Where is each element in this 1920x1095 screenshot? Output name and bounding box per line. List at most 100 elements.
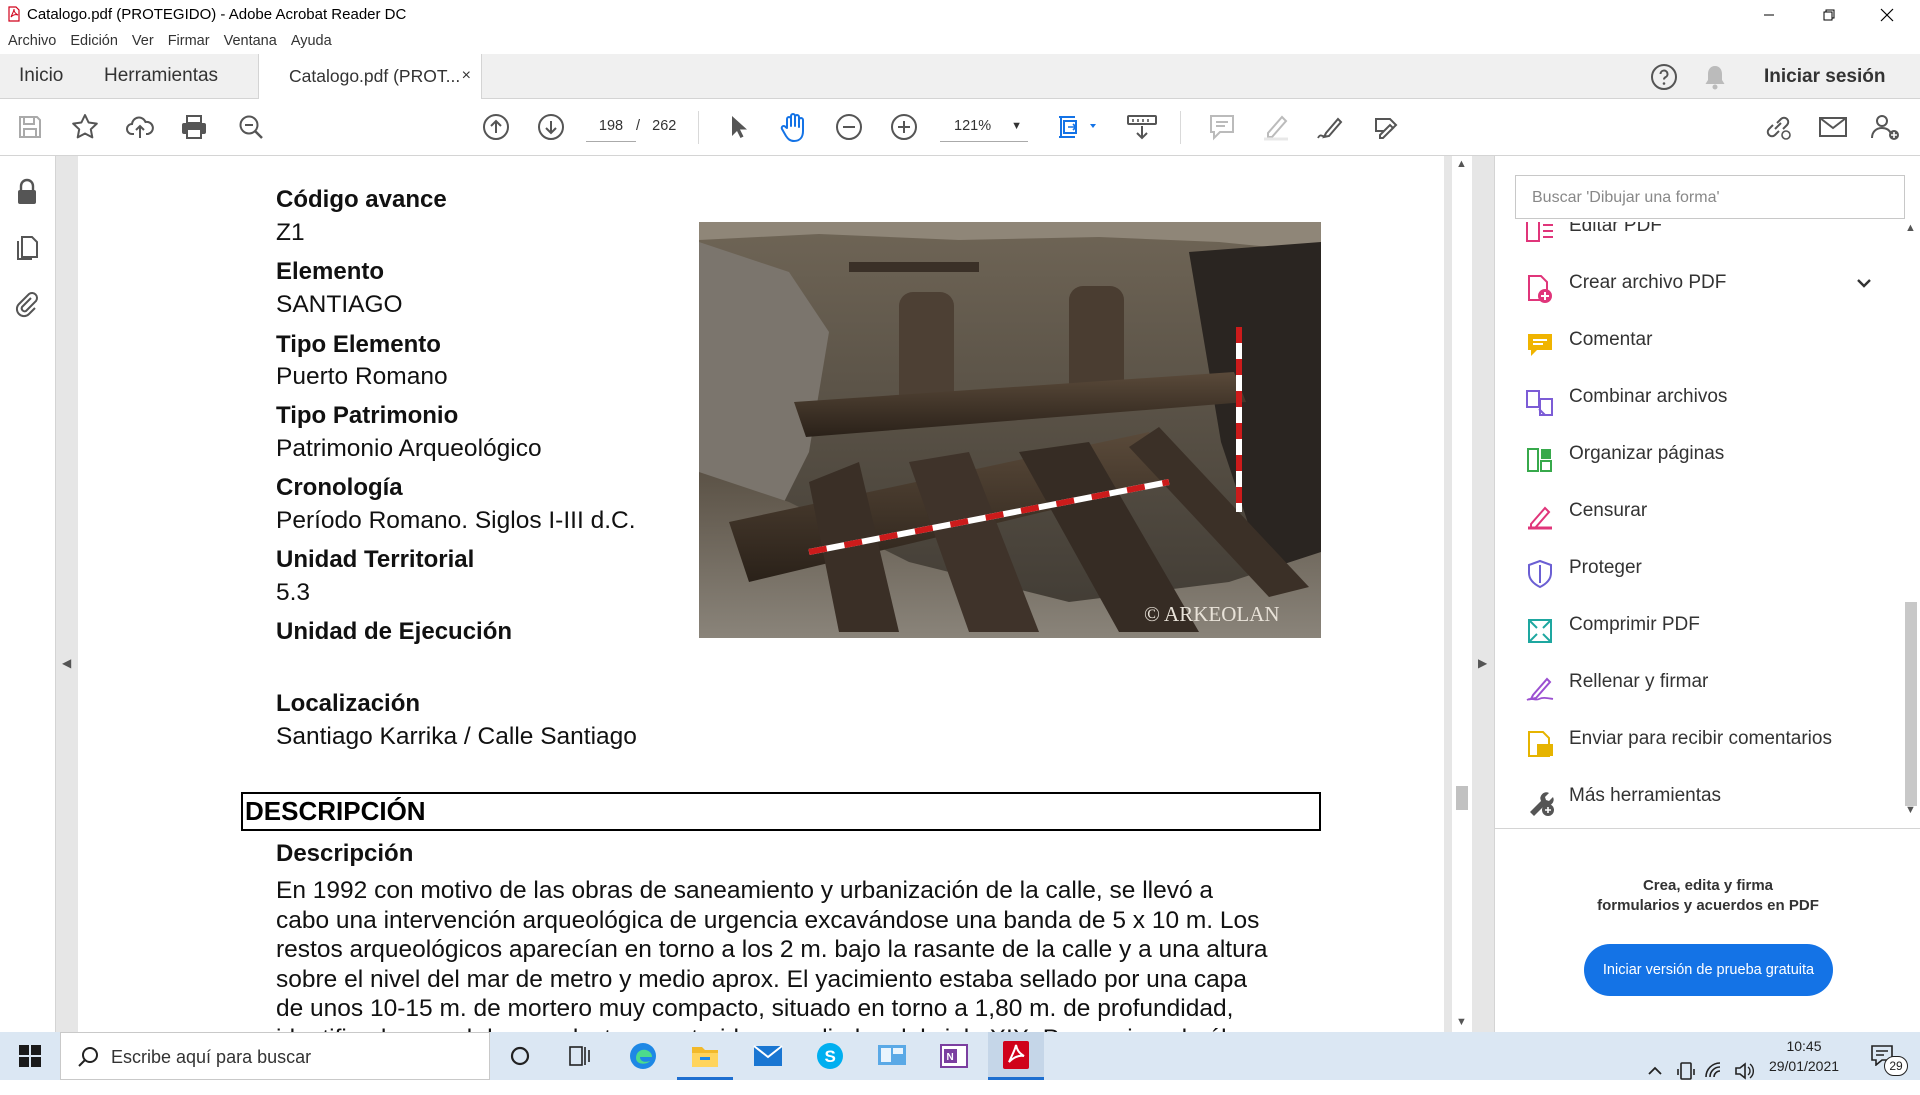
skype-icon: S <box>817 1043 843 1069</box>
close-tab-button[interactable]: × <box>462 54 471 98</box>
document-scrollbar[interactable]: ▲ ▼ <box>1452 156 1472 1032</box>
tool-item[interactable]: Crear archivo PDF <box>1495 258 1905 315</box>
close-window-button[interactable] <box>1858 0 1916 30</box>
tool-item[interactable]: Proteger <box>1495 543 1905 600</box>
next-page-icon[interactable] <box>537 113 565 141</box>
device-icon[interactable] <box>1676 1047 1696 1095</box>
wifi-icon[interactable] <box>1704 1047 1724 1095</box>
free-trial-button[interactable]: Iniciar versión de prueba gratuita <box>1584 944 1833 996</box>
title-bar: Catalogo.pdf (PROTEGIDO) - Adobe Acrobat… <box>0 0 1920 30</box>
pdf-page: Código avance Z1 Elemento SANTIAGO Tipo … <box>78 156 1444 1032</box>
share-edit-icon[interactable] <box>1372 113 1400 141</box>
tool-item[interactable]: Censurar <box>1495 486 1905 543</box>
zoom-level-select[interactable]: 121% ▼ <box>940 111 1028 142</box>
save-icon[interactable] <box>16 113 44 141</box>
field-value: SANTIAGO <box>276 291 403 318</box>
attachment-icon[interactable] <box>14 290 40 318</box>
share-link-icon[interactable] <box>1762 113 1794 141</box>
tools-search-input[interactable]: Buscar 'Dibujar una forma' <box>1515 175 1905 219</box>
tab-herramientas[interactable]: Herramientas <box>104 54 218 98</box>
menu-ver[interactable]: Ver <box>132 30 154 54</box>
tool-item[interactable]: Combinar archivos <box>1495 372 1905 429</box>
file-explorer-app[interactable] <box>677 1032 733 1080</box>
sign-in-button[interactable]: Iniciar sesión <box>1764 54 1885 100</box>
page-number-input[interactable]: 198 <box>586 111 636 142</box>
tab-inicio[interactable]: Inicio <box>19 54 63 98</box>
control-panel-app[interactable] <box>864 1032 920 1080</box>
task-view-button[interactable] <box>552 1032 608 1080</box>
mail-app[interactable] <box>740 1032 796 1080</box>
combine-files-icon <box>1526 390 1553 416</box>
edge-app[interactable] <box>615 1032 671 1080</box>
scroll-down-icon[interactable]: ▼ <box>1905 804 1916 816</box>
tool-item[interactable]: Rellenar y firmar <box>1495 657 1905 714</box>
window-title: Catalogo.pdf (PROTEGIDO) - Adobe Acrobat… <box>27 6 407 23</box>
onenote-icon: N <box>940 1044 968 1068</box>
help-icon[interactable] <box>1650 63 1678 91</box>
show-hidden-icons-icon[interactable] <box>1646 1047 1664 1095</box>
read-mode-icon[interactable] <box>1126 113 1158 141</box>
comment-note-icon[interactable] <box>1208 113 1236 141</box>
folder-icon <box>692 1047 718 1067</box>
tools-scrollbar[interactable]: ▲ ▼ <box>1899 222 1920 818</box>
zoom-in-icon[interactable] <box>890 113 918 141</box>
menu-ayuda[interactable]: Ayuda <box>291 30 332 54</box>
tool-item[interactable]: Comentar <box>1495 315 1905 372</box>
sign-pen-icon[interactable] <box>1316 113 1344 141</box>
start-button[interactable] <box>0 1032 60 1080</box>
field-value: Z1 <box>276 219 305 246</box>
bookmark-star-icon[interactable] <box>71 113 99 141</box>
menu-archivo[interactable]: Archivo <box>8 30 56 54</box>
chevron-down-icon[interactable] <box>1851 270 1877 296</box>
highlight-pen-icon[interactable] <box>1262 113 1290 141</box>
tool-item[interactable]: Comprimir PDF <box>1495 600 1905 657</box>
notification-center-button[interactable]: 29 <box>1866 1032 1916 1080</box>
tool-item[interactable]: Organizar páginas <box>1495 429 1905 486</box>
lock-icon[interactable] <box>14 178 40 206</box>
zoom-out-icon[interactable] <box>835 113 863 141</box>
upload-cloud-icon[interactable] <box>126 113 154 141</box>
field-value: 5.3 <box>276 579 311 606</box>
skype-app[interactable]: S <box>802 1032 858 1080</box>
expand-right-panel-icon[interactable]: ▶ <box>1478 656 1487 670</box>
hand-tool-icon[interactable] <box>778 111 810 143</box>
notification-count-badge: 29 <box>1884 1056 1908 1076</box>
page-thumbnails-icon[interactable] <box>14 234 40 262</box>
scroll-up-icon[interactable]: ▲ <box>1905 222 1916 234</box>
menu-edicion[interactable]: Edición <box>70 30 118 54</box>
tool-item[interactable]: Más herramientas <box>1495 771 1905 818</box>
page-fit-icon[interactable] <box>1056 113 1100 141</box>
search-icon <box>78 1047 98 1067</box>
tool-item[interactable]: Editar PDF <box>1495 222 1905 258</box>
taskbar-search-box[interactable]: Escribe aquí para buscar <box>60 1032 490 1080</box>
volume-icon[interactable] <box>1734 1047 1754 1095</box>
scroll-down-icon[interactable]: ▼ <box>1456 1016 1467 1028</box>
scroll-up-icon[interactable]: ▲ <box>1456 158 1467 170</box>
tool-item[interactable]: Enviar para recibir comentarios <box>1495 714 1905 771</box>
scrollbar-thumb[interactable] <box>1456 786 1468 810</box>
menu-ventana[interactable]: Ventana <box>224 30 277 54</box>
tool-label: Crear archivo PDF <box>1569 272 1727 293</box>
scrollbar-thumb[interactable] <box>1905 602 1917 806</box>
cortana-button[interactable] <box>492 1032 548 1080</box>
acrobat-reader-app[interactable] <box>988 1032 1044 1080</box>
previous-page-icon[interactable] <box>482 113 510 141</box>
system-clock[interactable]: 10:45 29/01/2021 <box>1760 1036 1848 1076</box>
field-label: Cronología <box>276 474 403 501</box>
tab-document[interactable]: Catalogo.pdf (PROT... × <box>258 54 482 100</box>
add-user-icon[interactable] <box>1870 113 1902 141</box>
email-icon[interactable] <box>1818 113 1848 141</box>
zoom-search-icon[interactable] <box>237 113 265 141</box>
collapse-left-panel-icon[interactable]: ◀ <box>62 656 71 670</box>
print-icon[interactable] <box>180 113 208 141</box>
menu-firmar[interactable]: Firmar <box>168 30 210 54</box>
acrobat-pdf-icon <box>8 6 20 22</box>
onenote-app[interactable]: N <box>926 1032 982 1080</box>
notifications-bell-icon[interactable] <box>1702 63 1728 91</box>
select-cursor-icon[interactable] <box>724 113 752 141</box>
clock-date: 29/01/2021 <box>1768 1058 1840 1074</box>
document-viewer[interactable]: ◀ Código avance Z1 Elemento SANTIAGO Tip… <box>56 156 1494 1032</box>
minimize-button[interactable] <box>1740 0 1798 30</box>
restore-button[interactable] <box>1800 0 1858 30</box>
description-text: En 1992 con motivo de las obras de sanea… <box>276 876 1336 1032</box>
